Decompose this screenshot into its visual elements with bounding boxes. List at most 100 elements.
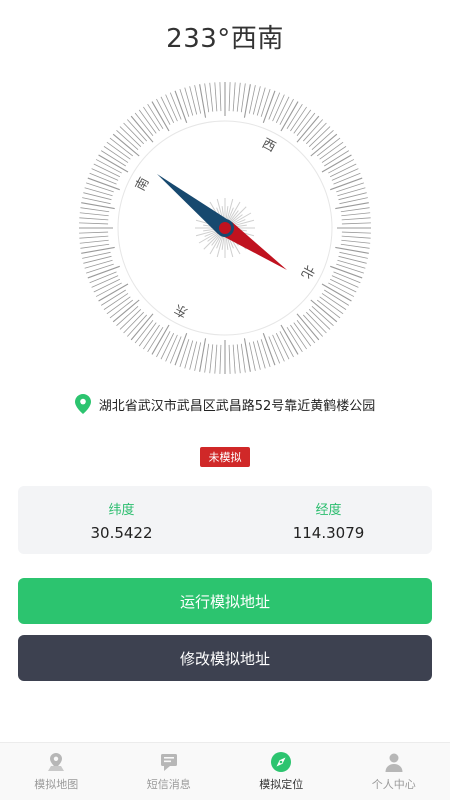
- compass-tick: [236, 82, 241, 112]
- longitude-value: 114.3079: [292, 523, 365, 542]
- compass-tick: [80, 243, 110, 249]
- compass-tick: [256, 340, 266, 369]
- tab-messages[interactable]: 短信消息: [113, 743, 226, 800]
- compass-icon: [271, 752, 292, 772]
- heading-degrees: 233°: [166, 24, 231, 54]
- compass-tick: [336, 182, 364, 193]
- compass-tick: [209, 344, 214, 374]
- compass-tick: [169, 336, 182, 364]
- compass-tick: [310, 299, 338, 323]
- compass-tick: [84, 187, 113, 197]
- compass-tick: [232, 82, 236, 112]
- compass-tick: [341, 217, 371, 221]
- location-pin-icon: [74, 394, 91, 414]
- compass-tick: [219, 344, 222, 374]
- compass-tick: [240, 83, 246, 113]
- compass-tick: [296, 313, 320, 341]
- run-simulation-button[interactable]: 运行模拟地址: [18, 578, 432, 624]
- compass-tick: [341, 239, 371, 244]
- compass-tick: [340, 243, 370, 249]
- location-address: 湖北省武汉市武昌区武昌路52号靠近黄鹤楼公园: [0, 394, 450, 414]
- compass-tick: [89, 271, 117, 284]
- compass-tick: [341, 235, 371, 239]
- person-icon: [385, 753, 403, 772]
- compass-tick: [165, 94, 178, 122]
- compass-tick: [256, 87, 266, 116]
- compass-tick: [228, 344, 231, 374]
- compass-tick: [209, 82, 214, 112]
- compass-tick: [232, 344, 236, 374]
- compass-tick: [179, 339, 190, 367]
- compass-label-east: 东: [172, 300, 191, 319]
- longitude-block: 经度 114.3079: [225, 486, 432, 554]
- compass-tick: [310, 133, 338, 157]
- compass-tick: [260, 89, 271, 117]
- compass-label-north: 北: [297, 262, 316, 281]
- compass-label-west: 西: [259, 136, 278, 155]
- coordinates-card: 纬度 30.5422 经度 114.3079: [18, 486, 432, 554]
- message-icon: [160, 754, 177, 771]
- tab-profile[interactable]: 个人中心: [338, 743, 450, 800]
- compass-tick: [91, 275, 119, 288]
- compass-tick: [79, 212, 109, 217]
- compass-tick: [268, 92, 281, 120]
- tab-map[interactable]: 模拟地图: [0, 743, 113, 800]
- compass-tick: [165, 334, 178, 362]
- compass-tick: [79, 239, 109, 244]
- compass-tick: [179, 89, 190, 117]
- compass-tick: [86, 263, 114, 274]
- compass-tick: [112, 133, 140, 157]
- compass-tick: [337, 187, 366, 197]
- edit-address-button[interactable]: 修改模拟地址: [18, 635, 432, 681]
- compass-tick: [79, 231, 109, 234]
- compass-tick: [228, 82, 231, 112]
- compass-tick: [337, 259, 366, 269]
- compass-tick: [79, 222, 109, 225]
- compass-tick: [341, 231, 371, 234]
- compass-tick: [79, 235, 109, 239]
- status-badge: 未模拟: [200, 447, 250, 467]
- tab-locate-label: 模拟定位: [259, 778, 304, 791]
- compass-tick: [84, 259, 113, 269]
- compass-tick: [340, 207, 370, 213]
- compass-tick: [80, 207, 110, 213]
- map-pin-icon: [48, 753, 65, 771]
- compass-tick: [214, 82, 218, 112]
- tab-locate[interactable]: 模拟定位: [225, 743, 338, 800]
- compass-tick: [331, 168, 359, 181]
- compass-tick: [169, 92, 182, 120]
- compass-tick: [91, 168, 119, 181]
- compass-tick: [130, 115, 154, 143]
- compass-tick: [79, 217, 109, 221]
- compass-tick: [214, 344, 218, 374]
- compass-tick: [112, 299, 140, 323]
- address-text: 湖北省武汉市武昌区武昌路52号靠近黄鹤楼公园: [98, 398, 376, 414]
- compass-tick: [184, 87, 194, 116]
- compass-tick: [89, 172, 117, 185]
- compass-tick: [184, 340, 194, 369]
- compass-tick: [204, 83, 210, 113]
- tab-messages-label: 短信消息: [146, 778, 191, 791]
- compass-tick: [272, 94, 285, 122]
- compass-needle: [157, 174, 287, 270]
- compass-tick: [268, 336, 281, 364]
- bottom-tab-bar: 模拟地图 短信消息 模拟定位 个人中心: [0, 742, 450, 800]
- compass-tick: [260, 339, 271, 367]
- compass-tick: [204, 343, 210, 373]
- longitude-label: 经度: [315, 502, 342, 518]
- needle-hub-inner: [219, 222, 231, 234]
- latitude-value: 30.5422: [90, 523, 153, 542]
- compass-tick: [341, 222, 371, 225]
- compass-label-south: 南: [132, 175, 152, 194]
- tab-map-label: 模拟地图: [34, 778, 79, 791]
- compass-tick: [333, 172, 361, 185]
- compass: 西 南 东 北: [75, 78, 375, 378]
- compass-tick: [240, 343, 246, 373]
- compass-tick: [296, 115, 320, 143]
- compass-dial: 西 南 东 北: [79, 82, 371, 374]
- compass-tick: [331, 275, 359, 288]
- compass-tick: [219, 82, 222, 112]
- compass-tick: [86, 182, 114, 193]
- compass-tick: [272, 334, 285, 362]
- compass-tick: [130, 313, 154, 341]
